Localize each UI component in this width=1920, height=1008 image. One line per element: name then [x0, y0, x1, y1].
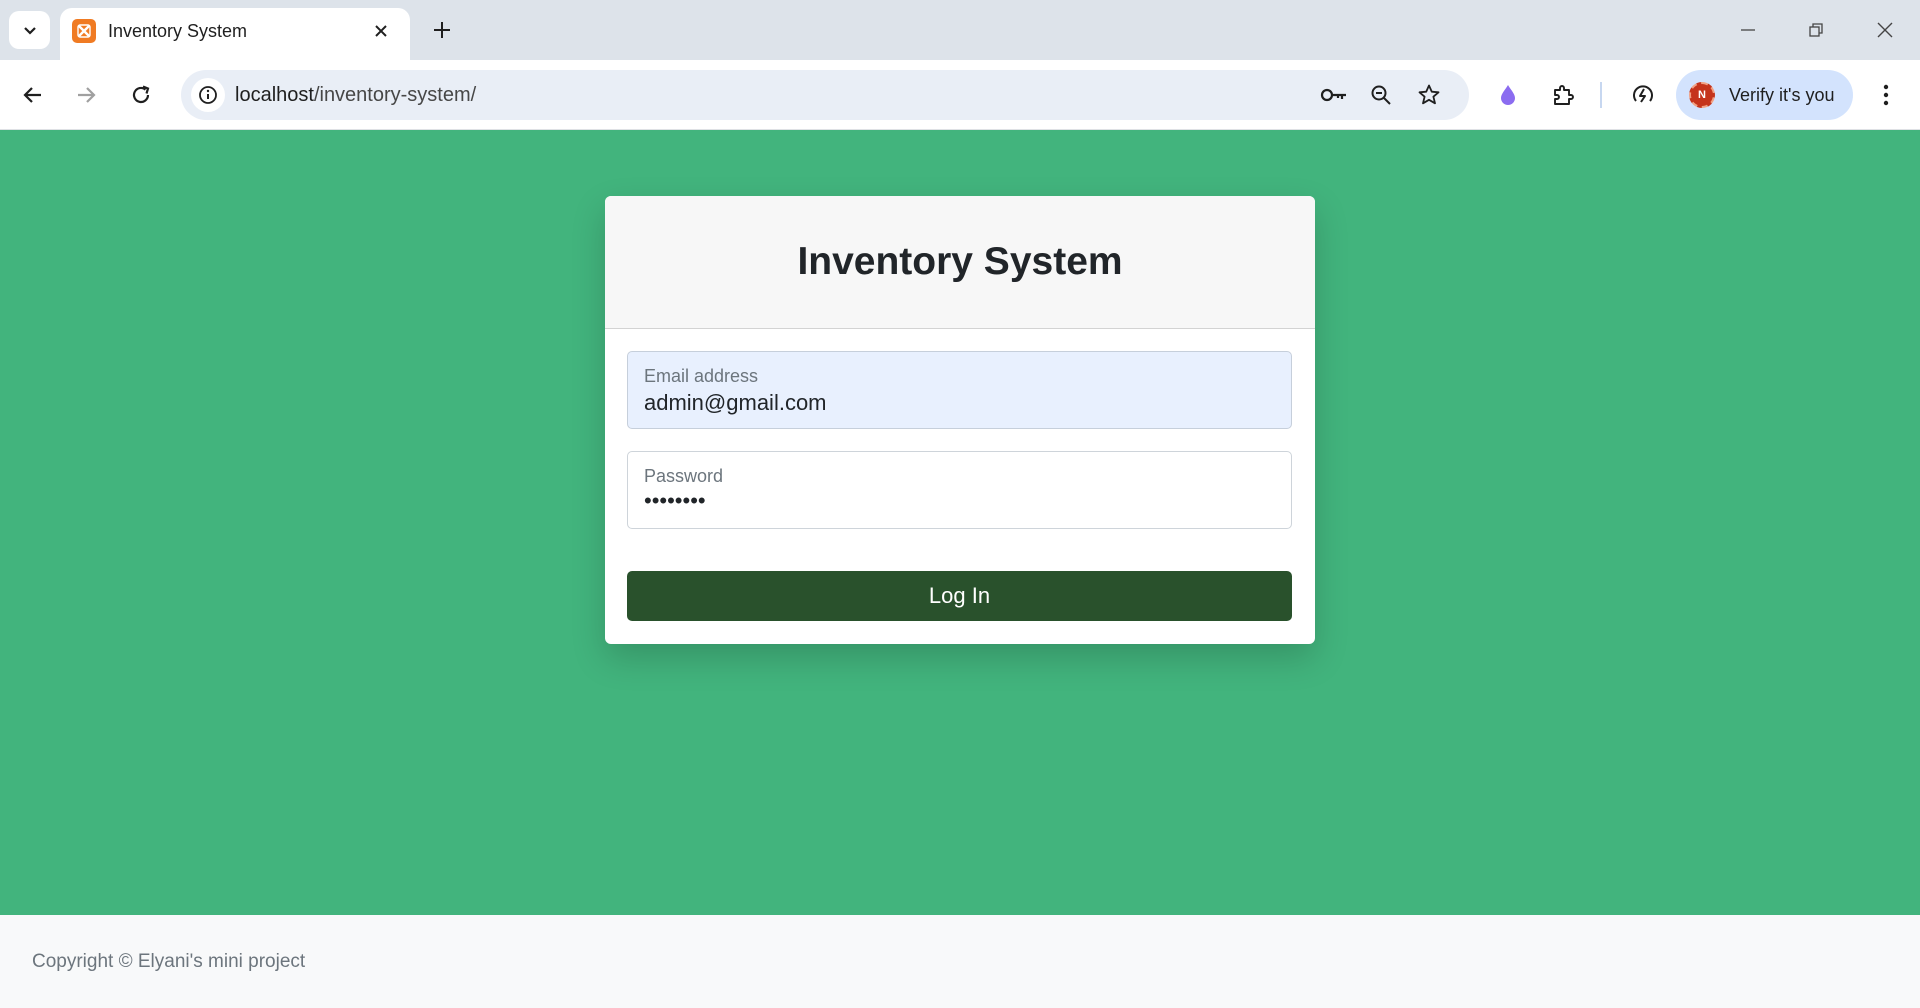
- minimize-button[interactable]: [1726, 8, 1770, 52]
- info-icon: [199, 86, 217, 104]
- tab-strip: Inventory System: [0, 0, 1920, 60]
- arrow-left-icon: [23, 87, 41, 103]
- login-button[interactable]: Log In: [627, 571, 1292, 621]
- restore-button[interactable]: [1794, 8, 1838, 52]
- reload-button[interactable]: [121, 75, 161, 115]
- key-icon: [1320, 88, 1346, 102]
- xampp-icon: [72, 19, 96, 43]
- profile-button[interactable]: N Verify it's you: [1676, 70, 1853, 120]
- back-button[interactable]: [13, 75, 53, 115]
- droplet-icon: [1501, 85, 1515, 105]
- login-card-header: Inventory System: [605, 196, 1315, 329]
- extensions-button[interactable]: [1545, 77, 1581, 113]
- forward-button[interactable]: [66, 75, 106, 115]
- plus-icon: [434, 22, 450, 38]
- tab-close-button[interactable]: [368, 18, 394, 44]
- restore-icon: [1809, 23, 1823, 37]
- toolbar-separator: [1600, 82, 1602, 108]
- profile-label: Verify it's you: [1729, 85, 1835, 105]
- page-title: Inventory System: [797, 240, 1123, 283]
- browser-tab[interactable]: Inventory System: [60, 8, 410, 60]
- kebab-menu-icon: [1883, 84, 1889, 106]
- tab-title: Inventory System: [108, 21, 248, 41]
- speed-icon: [1633, 85, 1653, 103]
- arrow-right-icon: [78, 87, 96, 103]
- browser-toolbar: localhost/inventory-system/ N Verify it'…: [0, 60, 1920, 130]
- address-bar[interactable]: localhost/inventory-system/: [181, 70, 1469, 120]
- chevron-down-icon: [23, 27, 36, 35]
- avatar: N: [1689, 82, 1715, 108]
- close-icon: [375, 25, 387, 37]
- zoom-out-icon: [1371, 85, 1391, 105]
- zoom-button[interactable]: [1365, 79, 1397, 111]
- window-close-button[interactable]: [1863, 8, 1907, 52]
- copyright-text: Copyright © Elyani's mini project: [32, 951, 306, 972]
- page-content: Inventory System Email address admin@gma…: [0, 131, 1920, 915]
- email-label: Email address: [644, 366, 759, 386]
- password-label: Password: [644, 466, 724, 486]
- star-icon: [1418, 84, 1440, 105]
- extension-drop-button[interactable]: [1490, 77, 1526, 113]
- new-tab-button[interactable]: [424, 12, 460, 48]
- minimize-icon: [1741, 29, 1755, 31]
- site-info-button[interactable]: [191, 78, 225, 112]
- email-field[interactable]: Email address admin@gmail.com: [627, 351, 1292, 429]
- password-field[interactable]: Password ••••••••: [627, 451, 1292, 529]
- browser-menu-button[interactable]: [1868, 77, 1904, 113]
- puzzle-icon: [1554, 85, 1574, 105]
- url-text[interactable]: localhost/inventory-system/: [235, 84, 476, 107]
- footer: Copyright © Elyani's mini project: [0, 915, 1920, 1008]
- email-value: admin@gmail.com: [644, 390, 827, 415]
- performance-button[interactable]: [1625, 77, 1661, 113]
- login-card: Inventory System Email address admin@gma…: [605, 196, 1315, 644]
- passwords-button[interactable]: [1318, 79, 1350, 111]
- close-icon: [1877, 22, 1893, 38]
- bookmark-button[interactable]: [1413, 79, 1445, 111]
- url-host: localhost: [235, 84, 314, 106]
- reload-icon: [132, 85, 150, 104]
- tab-list-button[interactable]: [9, 11, 50, 49]
- url-path: /inventory-system/: [313, 84, 477, 106]
- password-value: ••••••••: [644, 488, 706, 513]
